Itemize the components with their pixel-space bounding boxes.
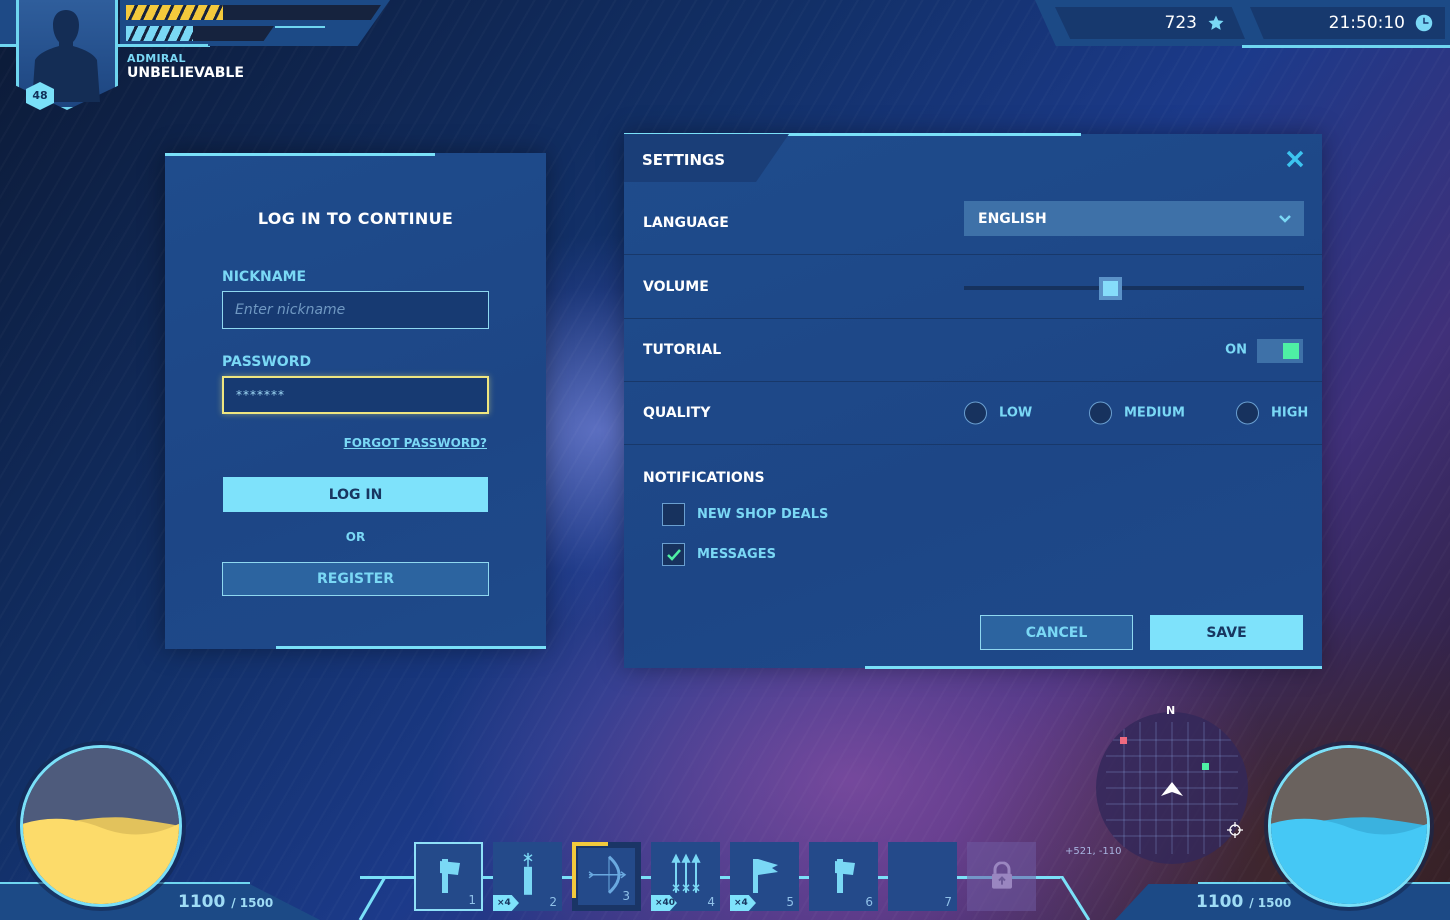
volume-label: VOLUME bbox=[643, 279, 709, 295]
slot-count-badge: ×4 bbox=[493, 895, 519, 911]
save-button[interactable]: SAVE bbox=[1150, 615, 1303, 650]
energy-orb bbox=[20, 745, 182, 907]
hotbar-slot-locked[interactable] bbox=[967, 842, 1036, 911]
cancel-button[interactable]: CANCEL bbox=[980, 615, 1133, 650]
volume-row: VOLUME bbox=[624, 256, 1322, 319]
mana-orb-value: 1100 / 1500 bbox=[1196, 892, 1292, 912]
hotbar-slot-4[interactable]: ×40 4 bbox=[651, 842, 720, 911]
close-icon[interactable] bbox=[1284, 148, 1306, 170]
quality-option-high[interactable]: HIGH bbox=[1236, 401, 1308, 425]
energy-bar-fill bbox=[126, 26, 193, 41]
notification-messages[interactable]: MESSAGES bbox=[662, 543, 776, 566]
slot-number: 3 bbox=[622, 889, 630, 903]
tutorial-label: TUTORIAL bbox=[643, 342, 722, 358]
hotbar-slot-5[interactable]: ×4 5 bbox=[730, 842, 799, 911]
login-title: LOG IN TO CONTINUE bbox=[257, 209, 454, 228]
toggle-knob bbox=[1283, 343, 1299, 359]
hotbar-slot-2[interactable]: ×4 2 bbox=[493, 842, 562, 911]
notification-shop-deals[interactable]: NEW SHOP DEALS bbox=[662, 503, 828, 526]
player-hud: 48 ADMIRAL UNBELIEVABLE bbox=[0, 0, 400, 120]
hotbar-slot-1[interactable]: 1 bbox=[414, 842, 483, 911]
slot-number: 4 bbox=[707, 895, 715, 909]
quality-row: QUALITY LOW MEDIUM HIGH bbox=[624, 382, 1322, 445]
or-divider: OR bbox=[345, 530, 366, 544]
radio-button[interactable] bbox=[964, 401, 987, 425]
slot-number: 6 bbox=[865, 895, 873, 909]
nickname-input[interactable] bbox=[222, 291, 489, 329]
settings-panel: SETTINGS LANGUAGE ENGLISH VOLUME TUTORIA… bbox=[624, 133, 1322, 669]
clock-icon bbox=[1415, 14, 1433, 32]
tutorial-toggle[interactable] bbox=[1257, 339, 1303, 363]
checkbox[interactable] bbox=[662, 543, 685, 566]
register-button[interactable]: REGISTER bbox=[222, 562, 489, 596]
coins-display: 723 bbox=[1055, 7, 1245, 39]
minimap-north-label: N bbox=[1166, 704, 1176, 717]
language-label: LANGUAGE bbox=[643, 215, 729, 231]
coordinates-readout: +521, -110 bbox=[1065, 846, 1122, 857]
radio-button[interactable] bbox=[1089, 401, 1112, 425]
ally-marker bbox=[1202, 763, 1209, 770]
volume-slider-thumb[interactable] bbox=[1098, 277, 1122, 300]
radio-button[interactable] bbox=[1236, 401, 1259, 425]
player-rank: ADMIRAL bbox=[127, 52, 186, 65]
minimap[interactable] bbox=[1096, 712, 1248, 864]
checkbox[interactable] bbox=[662, 503, 685, 526]
crosshair-icon[interactable] bbox=[1227, 822, 1243, 838]
forgot-password-link[interactable]: FORGOT PASSWORD? bbox=[344, 436, 487, 450]
energy-bar bbox=[126, 26, 274, 41]
slot-number: 7 bbox=[944, 895, 952, 909]
hotbar-slot-6[interactable]: 6 bbox=[809, 842, 878, 911]
slot-count-badge: ×4 bbox=[730, 895, 756, 911]
password-label: PASSWORD bbox=[222, 354, 312, 370]
slot-number: 5 bbox=[786, 895, 794, 909]
tutorial-row: TUTORIAL ON bbox=[624, 319, 1322, 382]
mana-orb bbox=[1268, 745, 1430, 907]
language-select[interactable]: ENGLISH bbox=[964, 201, 1304, 236]
checkmark-icon bbox=[666, 548, 681, 561]
coins-value: 723 bbox=[1164, 13, 1197, 33]
login-button[interactable]: LOG IN bbox=[223, 477, 488, 512]
tutorial-state-label: ON bbox=[1225, 342, 1247, 358]
energy-orb-value: 1100 / 1500 bbox=[178, 892, 274, 912]
password-input[interactable] bbox=[222, 376, 489, 414]
enemy-marker bbox=[1120, 737, 1127, 744]
settings-title: SETTINGS bbox=[642, 151, 726, 169]
player-name: UNBELIEVABLE bbox=[127, 65, 244, 81]
star-icon bbox=[1208, 15, 1224, 30]
language-value: ENGLISH bbox=[978, 210, 1047, 227]
quality-label: QUALITY bbox=[643, 405, 711, 421]
volume-slider-track[interactable] bbox=[964, 286, 1304, 290]
hotbar-slot-7[interactable]: 7 bbox=[888, 842, 957, 911]
slot-count-badge: ×40 bbox=[651, 895, 677, 911]
health-bar bbox=[126, 5, 381, 20]
slot-number: 2 bbox=[549, 895, 557, 909]
quality-option-low[interactable]: LOW bbox=[964, 401, 1032, 425]
login-panel: LOG IN TO CONTINUE NICKNAME PASSWORD FOR… bbox=[165, 153, 546, 649]
clock-display: 21:50:10 bbox=[1250, 7, 1445, 39]
health-bar-fill bbox=[126, 5, 223, 20]
slot-number: 1 bbox=[468, 893, 476, 907]
hotbar-slot-3[interactable]: 3 bbox=[572, 842, 641, 911]
nickname-label: NICKNAME bbox=[222, 269, 307, 285]
language-row: LANGUAGE ENGLISH bbox=[624, 192, 1322, 255]
clock-value: 21:50:10 bbox=[1328, 13, 1405, 33]
notifications-title: NOTIFICATIONS bbox=[643, 470, 765, 486]
quality-option-medium[interactable]: MEDIUM bbox=[1089, 401, 1185, 425]
chevron-down-icon bbox=[1279, 214, 1291, 223]
